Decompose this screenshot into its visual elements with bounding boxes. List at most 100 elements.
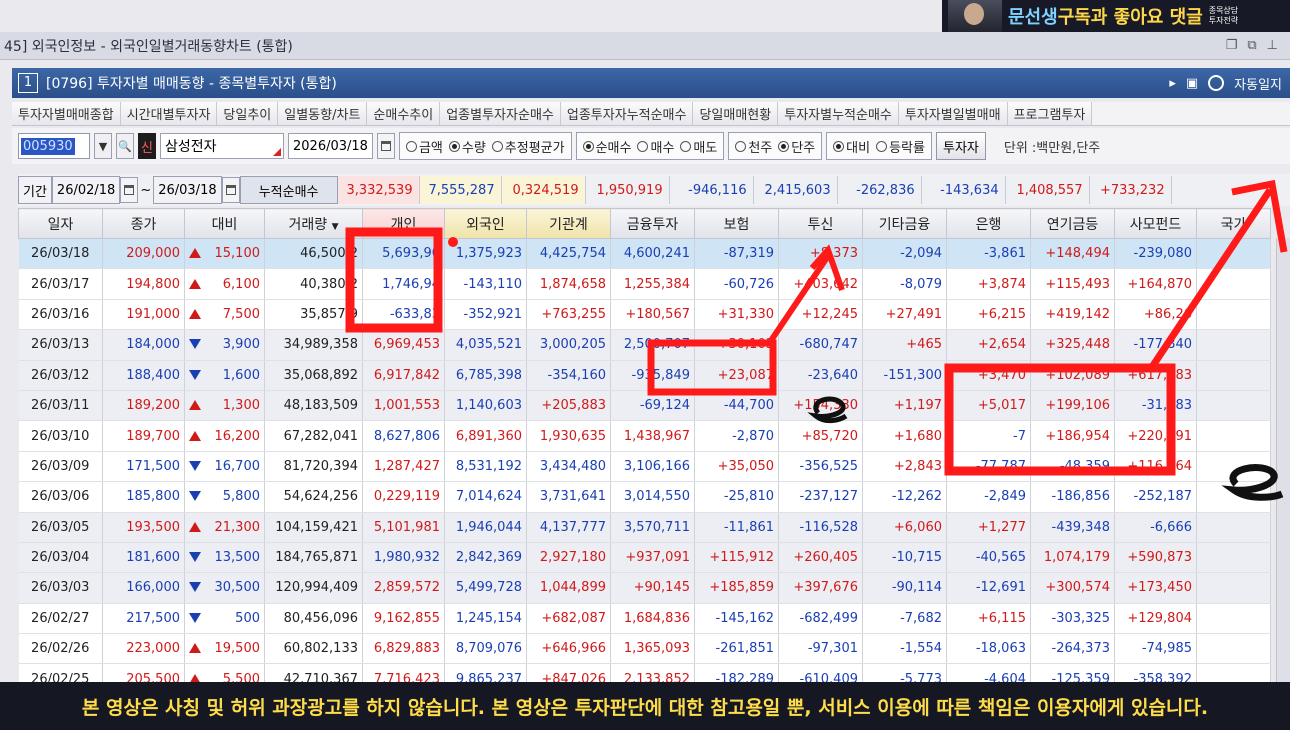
table-row[interactable]: 26/03/12 188,400 1,600 35,068,892 6,917,842 6… <box>18 360 1271 391</box>
tab-net-buy-trend[interactable]: 순매수추이 <box>367 102 441 125</box>
stock-code-input[interactable]: 005930 <box>18 133 90 159</box>
cell-investor-value: +5,017 <box>946 390 1031 422</box>
cumulative-values: 3,332,539 7,555,287 0,324,519 1,950,919 -946… <box>337 176 1172 204</box>
triangle-down-icon <box>189 460 201 471</box>
cell-close: 185,800 <box>102 481 185 513</box>
tab-investor-summary[interactable]: 투자자별매매종합 <box>12 102 121 125</box>
radio-sell[interactable]: 매도 <box>680 137 717 156</box>
col-bank[interactable]: 은행 <box>946 208 1031 239</box>
col-foreign[interactable]: 외국인 <box>444 208 527 239</box>
table-row[interactable]: 26/03/09 171,500 16,700 81,720,394 1,287,427… <box>18 451 1271 483</box>
calendar-icon[interactable] <box>120 177 139 203</box>
radio-rate[interactable]: 등락률 <box>876 137 925 156</box>
table-row[interactable]: 26/03/03 166,000 30,500 120,994,409 2,859,57… <box>18 572 1271 604</box>
tab-daily-chart[interactable]: 일별동향/차트 <box>278 102 368 125</box>
table-row[interactable]: 26/03/05 193,500 21,300 104,159,421 5,101,98… <box>18 512 1271 543</box>
cell-investor-value: 2,927,180 <box>526 542 611 574</box>
restore-icon[interactable]: ❐ <box>1226 38 1238 53</box>
info-icon[interactable] <box>1208 75 1225 91</box>
col-pension[interactable]: 연기금등 <box>1030 208 1115 239</box>
disclaimer-text: 본 영상은 사칭 및 허위 과장광고를 하지 않습니다. 본 영상은 투자판단에… <box>81 696 1209 719</box>
tab-program[interactable]: 프로그램투자 <box>1007 102 1093 125</box>
cell-investor-value: 5,693,90 <box>362 238 445 270</box>
tab-today-status[interactable]: 당일매매현황 <box>693 102 779 125</box>
tab-investor-cumulative[interactable]: 투자자별누적순매수 <box>778 102 899 125</box>
cell-date: 26/03/03 <box>18 572 103 604</box>
table-row[interactable]: 26/03/10 189,700 16,200 67,282,041 8,627,806… <box>18 420 1271 452</box>
stock-name-field[interactable]: 삼성전자 <box>160 133 284 159</box>
cell-investor-value: +6,215 <box>946 299 1031 331</box>
col-financial-investment[interactable]: 금융투자 <box>610 208 695 239</box>
cell-date: 26/03/09 <box>18 451 103 483</box>
table-row[interactable]: 26/03/16 191,000 7,500 35,857,9 -633,83 -352,… <box>18 299 1271 331</box>
auto-journal-label[interactable]: 자동일지 <box>1234 74 1282 93</box>
radio-thousand-shares[interactable]: 천주 <box>735 137 772 156</box>
date-input[interactable]: 2026/03/18 <box>288 133 373 159</box>
triangle-up-icon <box>189 308 201 319</box>
radio-avg-price[interactable]: 추정평균가 <box>491 137 565 156</box>
cell-investor-value: +102,089 <box>1030 360 1115 391</box>
radio-amount[interactable]: 금액 <box>405 137 443 156</box>
tab-intraday-trend[interactable]: 당일추이 <box>217 102 279 125</box>
col-insurance[interactable]: 보험 <box>694 208 779 239</box>
col-institution[interactable]: 기관계 <box>526 208 611 239</box>
cell-investor-value: -145,162 <box>694 603 779 635</box>
col-volume[interactable]: 거래량 ▼ <box>264 208 363 239</box>
radio-change[interactable]: 대비 <box>833 137 870 156</box>
cell-investor-value: +8,373 <box>778 238 863 270</box>
radio-quantity[interactable]: 수량 <box>448 137 486 156</box>
table-row[interactable]: 26/02/27 217,500 500 80,456,096 9,162,855 1,2… <box>18 603 1271 635</box>
memo-icon[interactable]: ▣ <box>1186 76 1198 91</box>
cell-change: 500 <box>184 603 265 635</box>
radio-single-shares[interactable]: 단주 <box>778 137 815 156</box>
table-row[interactable]: 26/03/13 184,000 3,900 34,989,358 6,969,453 4… <box>18 329 1271 361</box>
tab-sector-cumulative[interactable]: 업종투자자누적순매수 <box>560 102 694 125</box>
tab-sector-net-buy[interactable]: 업종별투자자순매수 <box>440 102 561 125</box>
cell-investor-value: -97,301 <box>778 633 863 665</box>
col-trust[interactable]: 투신 <box>778 208 863 239</box>
cell-investor-value: 1,255,384 <box>610 268 695 300</box>
calendar-icon[interactable] <box>221 177 240 203</box>
table-row[interactable]: 26/03/11 189,200 1,300 48,183,509 1,001,553 1… <box>18 390 1271 422</box>
col-close[interactable]: 종가 <box>102 208 185 239</box>
pin-icon[interactable]: ⊥ <box>1267 38 1278 53</box>
period-to-input[interactable]: 26/03/18 <box>153 176 222 204</box>
cell-investor-value: -12,691 <box>946 572 1031 604</box>
presenter-avatar <box>948 0 1002 32</box>
radio-buy[interactable]: 매수 <box>637 137 674 156</box>
cell-investor-value: +115,912 <box>694 542 779 574</box>
table-row[interactable]: 26/03/18 209,000 15,100 46,500,2 5,693,90 1,3… <box>18 238 1271 270</box>
cell-investor-value: +465 <box>862 329 947 361</box>
col-nation[interactable]: 국가 <box>1196 208 1271 239</box>
investor-button[interactable]: 투자자 <box>935 132 986 160</box>
table-row[interactable]: 26/02/26 223,000 19,500 60,802,133 6,829,883… <box>18 633 1271 665</box>
search-icon[interactable]: 🔍 <box>116 133 134 159</box>
dropdown-icon[interactable]: ▼ <box>94 133 112 159</box>
cell-date: 26/03/18 <box>18 238 103 270</box>
screen: 문선생구독과 좋아요 댓글 종목상담 투자전략 45] 외국인정보 - 외국인일… <box>0 0 1290 730</box>
col-change[interactable]: 대비 <box>184 208 265 239</box>
vertical-scrollbar[interactable] <box>1276 238 1290 682</box>
table-row[interactable]: 26/03/06 185,800 5,800 54,624,256 0,229,119 7… <box>18 481 1271 513</box>
cell-investor-value: -143,110 <box>444 268 527 300</box>
cell-investor-value: +199,106 <box>1030 390 1115 422</box>
cell-investor-value: -44,700 <box>694 390 779 422</box>
period-from-input[interactable]: 26/02/18 <box>51 176 121 204</box>
col-date[interactable]: 일자 <box>18 208 103 239</box>
tab-hourly-investor[interactable]: 시간대별투자자 <box>120 102 218 125</box>
tab-investor-daily[interactable]: 투자자별일별매매 <box>898 102 1008 125</box>
table-row[interactable]: 26/03/04 181,600 13,500 184,765,871 1,980,93… <box>18 542 1271 574</box>
banner-small-1: 종목상담 <box>1208 6 1239 15</box>
cell-investor-value: -60,726 <box>694 268 779 300</box>
cell-investor-value: -74,985 <box>1114 633 1197 665</box>
chevron-right-icon[interactable]: ▸ <box>1169 76 1176 91</box>
data-grid: 일자 종가 대비 거래량 ▼ 개인 외국인 기관계 금융투자 보험 투신 기타금… <box>18 208 1271 695</box>
table-row[interactable]: 26/03/17 194,800 6,100 40,380,2 1,746,94 -143… <box>18 268 1271 300</box>
tile-icon[interactable]: ⧉ <box>1247 38 1256 53</box>
col-individual[interactable]: 개인 <box>362 208 445 239</box>
col-other-finance[interactable]: 기타금융 <box>862 208 947 239</box>
cell-investor-value: +937,091 <box>610 542 695 574</box>
col-private-fund[interactable]: 사모펀드 <box>1114 208 1197 239</box>
radio-net-buy[interactable]: 순매수 <box>582 137 631 156</box>
calendar-icon[interactable] <box>376 133 395 159</box>
